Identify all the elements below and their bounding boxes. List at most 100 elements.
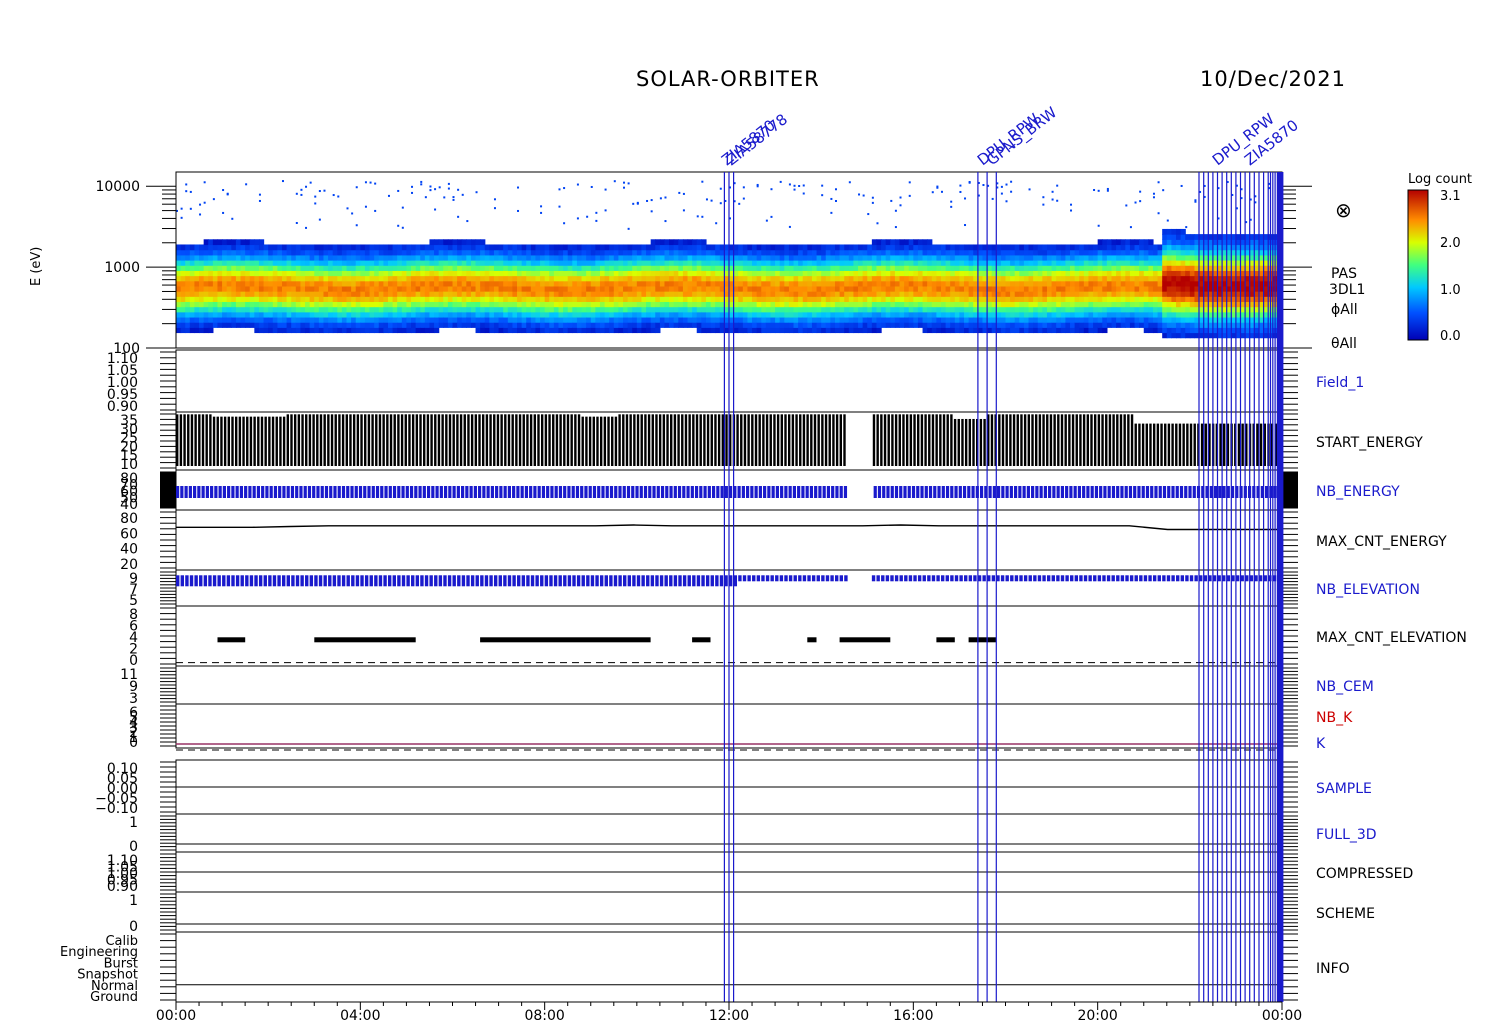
spectrogram-cell	[1185, 244, 1190, 250]
spectrogram-cell	[1070, 265, 1075, 271]
spectrogram-noise	[664, 220, 666, 222]
spectrogram-cell	[1111, 286, 1116, 292]
spectrogram-cell	[660, 244, 665, 250]
spectrogram-cell	[471, 244, 476, 250]
spectrogram-cell	[853, 307, 858, 313]
spectrogram-cell	[406, 260, 411, 266]
spectrogram-cell	[457, 270, 462, 276]
spectrogram-cell	[1167, 270, 1172, 276]
spectrogram-noise	[333, 194, 335, 196]
spectrogram-cell	[770, 276, 775, 282]
spectrogram-cell	[646, 250, 651, 256]
spectrogram-cell	[1176, 244, 1181, 250]
spectrogram-cell	[1047, 317, 1052, 323]
spectrogram-cell	[711, 265, 716, 271]
spectrogram-cell	[770, 250, 775, 256]
spectrogram-cell	[241, 270, 246, 276]
start-energy-bar	[711, 414, 713, 466]
spectrogram-cell	[402, 260, 407, 266]
spectrogram-cell	[895, 239, 900, 245]
start-energy-bar	[453, 414, 455, 466]
spectrogram-cell	[812, 317, 817, 323]
spectrogram-cell	[476, 239, 481, 245]
spectrogram-cell	[775, 255, 780, 261]
spectrogram-cell	[402, 250, 407, 256]
start-energy-bar	[194, 414, 196, 466]
spectrogram-cell	[669, 265, 674, 271]
spectrogram-cell	[416, 270, 421, 276]
spectrogram-cell	[434, 301, 439, 307]
spectrogram-cell	[222, 307, 227, 313]
spectrogram-cell	[812, 276, 817, 282]
spectrogram-cell	[310, 276, 315, 282]
start-energy-bar	[593, 417, 595, 466]
nb-energy-mark	[491, 486, 494, 498]
spectrogram-cell	[743, 307, 748, 313]
spectrogram-cell	[628, 270, 633, 276]
spectrogram-cell	[1139, 322, 1144, 328]
spectrogram-noise	[300, 194, 302, 196]
spectrogram-cell	[213, 317, 218, 323]
spectrogram-cell	[600, 307, 605, 313]
spectrogram-cell	[821, 270, 826, 276]
spectrogram-cell	[476, 265, 481, 271]
spectrogram-cell	[794, 312, 799, 318]
spectrogram-cell	[291, 250, 296, 256]
spectrogram-cell	[1125, 255, 1130, 261]
spectrogram-cell	[849, 281, 854, 287]
spectrogram-cell	[996, 270, 1001, 276]
spectrogram-cell	[577, 276, 582, 282]
spectrogram-cell	[1162, 317, 1167, 323]
spectrogram-cell	[798, 327, 803, 333]
nb-energy-mark	[393, 486, 396, 498]
spectrogram-cell	[701, 301, 706, 307]
spectrogram-cell	[609, 255, 614, 261]
spectrogram-cell	[494, 307, 499, 313]
spectrogram-cell	[1047, 296, 1052, 302]
spectrogram-cell	[678, 250, 683, 256]
spectrogram-cell	[770, 244, 775, 250]
spectrogram-cell	[319, 296, 324, 302]
spectrogram-cell	[886, 239, 891, 245]
spectrogram-cell	[701, 291, 706, 297]
spectrogram-cell	[402, 307, 407, 313]
spectrogram-cell	[844, 281, 849, 287]
spectrogram-cell	[1010, 322, 1015, 328]
spectrogram-cell	[743, 327, 748, 333]
spectrogram-cell	[766, 322, 771, 328]
spectrogram-cell	[1042, 250, 1047, 256]
spectrogram-cell	[360, 296, 365, 302]
spectrogram-cell	[522, 250, 527, 256]
spectrogram-cell	[1042, 286, 1047, 292]
spectrogram-cell	[895, 296, 900, 302]
spectrogram-cell	[383, 327, 388, 333]
spectrogram-cell	[614, 244, 619, 250]
spectrogram-cell	[853, 291, 858, 297]
spectrogram-cell	[586, 255, 591, 261]
spectrogram-cell	[867, 276, 872, 282]
spectrogram-cell	[701, 255, 706, 261]
spectrogram-cell	[969, 255, 974, 261]
spectrogram-cell	[1121, 312, 1126, 318]
nb-energy-mark	[202, 486, 205, 498]
spectrogram-cell	[370, 270, 375, 276]
spectrogram-cell	[757, 276, 762, 282]
spectrogram-cell	[651, 307, 656, 313]
spectrogram-cell	[743, 265, 748, 271]
spectrogram-cell	[1015, 281, 1020, 287]
spectrogram-cell	[1153, 276, 1158, 282]
start-energy-bar	[1105, 414, 1107, 466]
start-energy-bar	[910, 414, 912, 466]
spectrogram-cell	[217, 270, 222, 276]
spectrogram-cell	[176, 244, 181, 250]
spectrogram-cell	[830, 296, 835, 302]
start-energy-bar	[1186, 424, 1188, 466]
spectrogram-cell	[402, 286, 407, 292]
spectrogram-cell	[715, 276, 720, 282]
spectrogram-cell	[489, 301, 494, 307]
spectrogram-cell	[918, 286, 923, 292]
spectrogram-noise	[388, 195, 390, 197]
spectrogram-cell	[522, 255, 527, 261]
spectrogram-cell	[692, 265, 697, 271]
start-energy-bar	[272, 417, 274, 466]
